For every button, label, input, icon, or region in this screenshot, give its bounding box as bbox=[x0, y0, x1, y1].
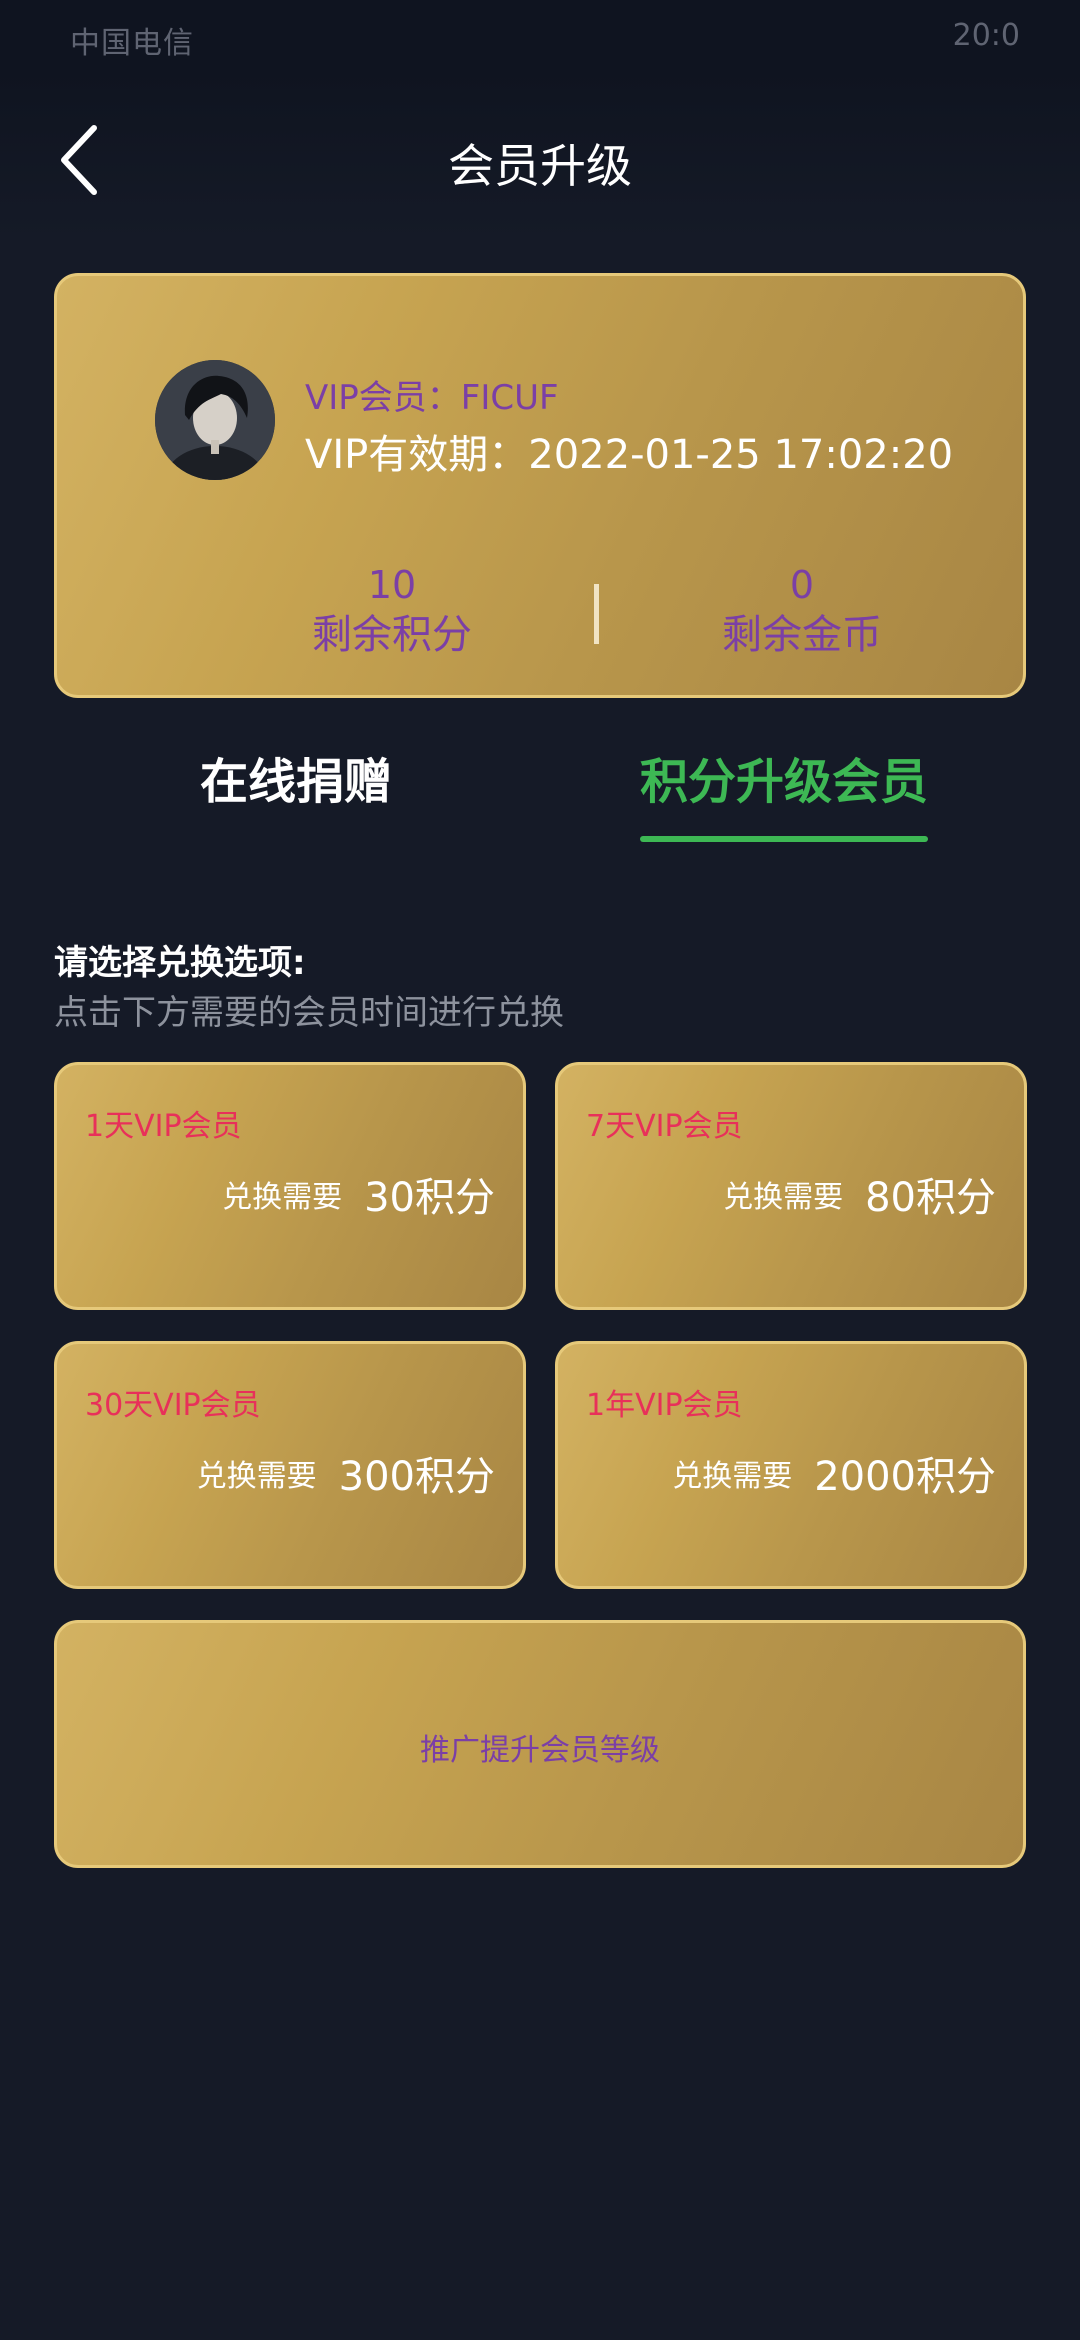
option-cost: 兑换需要 80积分 bbox=[723, 1165, 996, 1223]
avatar[interactable] bbox=[155, 360, 275, 480]
points-value: 10 bbox=[367, 563, 417, 607]
option-title: 1年VIP会员 bbox=[586, 1388, 743, 1423]
profile-card: VIP会员：FICUF VIP有效期：2022-01-25 17:02:20 1… bbox=[54, 273, 1026, 698]
active-tab-indicator bbox=[640, 836, 928, 842]
status-bar: 中国电信 20:0 bbox=[0, 0, 1080, 70]
option-title: 1天VIP会员 bbox=[85, 1109, 242, 1144]
vip-name: FICUF bbox=[460, 378, 559, 418]
option-points: 2000积分 bbox=[814, 1454, 996, 1500]
user-avatar-icon bbox=[155, 360, 275, 480]
page-title: 会员升级 bbox=[448, 139, 632, 193]
vip-expiry-line: VIP有效期：2022-01-25 17:02:20 bbox=[305, 422, 953, 480]
tab-points-upgrade[interactable]: 积分升级会员 bbox=[640, 742, 928, 812]
promote-upgrade-label: 推广提升会员等级 bbox=[420, 1733, 660, 1768]
option-card-1-year[interactable]: 1年VIP会员 兑换需要 2000积分 bbox=[555, 1341, 1027, 1589]
vip-expiry-label: VIP有效期： bbox=[305, 432, 529, 478]
option-need-label: 兑换需要 bbox=[672, 1459, 793, 1494]
option-cost: 兑换需要 300积分 bbox=[197, 1444, 495, 1502]
option-need-label: 兑换需要 bbox=[196, 1459, 317, 1494]
option-card-7-days[interactable]: 7天VIP会员 兑换需要 80积分 bbox=[555, 1062, 1027, 1310]
coins-stat: 0 剩余金币 bbox=[652, 561, 952, 661]
option-need-label: 兑换需要 bbox=[723, 1180, 844, 1215]
option-title: 7天VIP会员 bbox=[586, 1109, 743, 1144]
vip-expiry-value: 2022-01-25 17:02:20 bbox=[528, 432, 954, 478]
option-cost: 兑换需要 30积分 bbox=[222, 1165, 495, 1223]
option-need-label: 兑换需要 bbox=[222, 1180, 343, 1215]
option-points: 30积分 bbox=[364, 1175, 495, 1221]
option-card-1-day[interactable]: 1天VIP会员 兑换需要 30积分 bbox=[54, 1062, 526, 1310]
promote-upgrade-button[interactable]: 推广提升会员等级 bbox=[54, 1620, 1026, 1868]
prompt-title: 请选择兑换选项: bbox=[54, 943, 306, 983]
option-points: 300积分 bbox=[338, 1454, 495, 1500]
status-carrier: 中国电信 bbox=[70, 26, 194, 61]
stat-divider bbox=[594, 584, 599, 644]
option-points: 80积分 bbox=[865, 1175, 996, 1221]
header: 会员升级 bbox=[0, 70, 1080, 240]
coins-value: 0 bbox=[789, 563, 815, 607]
points-stat: 10 剩余积分 bbox=[242, 561, 542, 661]
option-card-30-days[interactable]: 30天VIP会员 兑换需要 300积分 bbox=[54, 1341, 526, 1589]
option-cost: 兑换需要 2000积分 bbox=[672, 1444, 996, 1502]
status-time: 20:0 bbox=[952, 18, 1020, 53]
option-title: 30天VIP会员 bbox=[85, 1388, 261, 1423]
vip-name-label: VIP会员： bbox=[305, 378, 461, 418]
prompt-subtitle: 点击下方需要的会员时间进行兑换 bbox=[54, 993, 564, 1033]
points-label: 剩余积分 bbox=[312, 612, 472, 658]
vip-name-line: VIP会员：FICUF bbox=[305, 370, 559, 419]
coins-label: 剩余金币 bbox=[722, 612, 882, 658]
tab-online-donation[interactable]: 在线捐赠 bbox=[200, 742, 392, 812]
